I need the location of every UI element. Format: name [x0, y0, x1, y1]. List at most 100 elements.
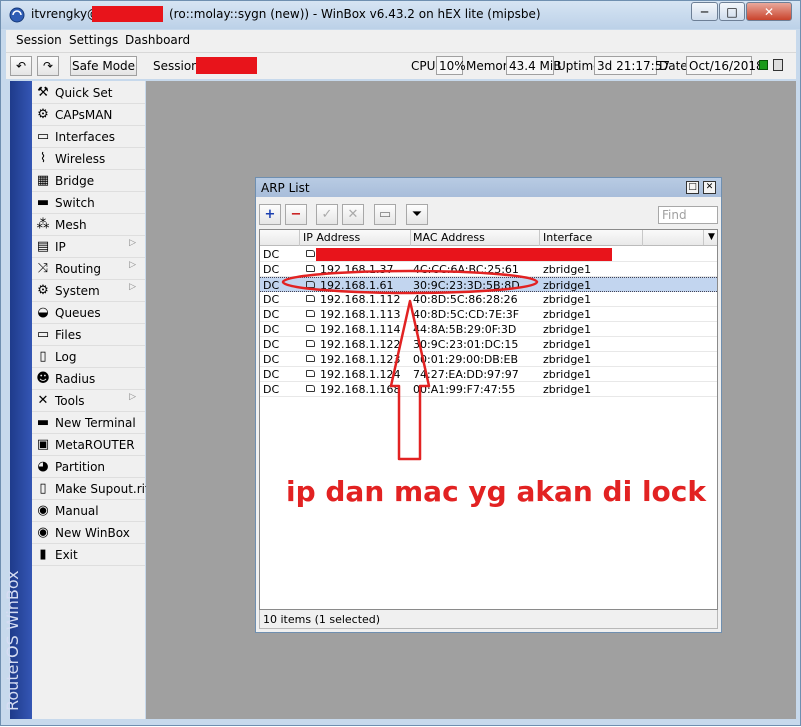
status-bar: 10 items (1 selected)	[259, 610, 718, 629]
address-icon	[306, 250, 315, 257]
column-ip-address[interactable]: IP Address	[303, 231, 360, 244]
table-row[interactable]: DC 192.168.1.113 40:8D:5C:CD:7E:3F zbrid…	[260, 307, 717, 322]
column-interface[interactable]: Interface	[543, 231, 592, 244]
row-mac: 30:9C:23:3D:5B:8D	[413, 279, 520, 292]
row-interface: zbridge1	[543, 383, 592, 396]
remove-button[interactable]: −	[285, 204, 307, 225]
arp-maximize-button[interactable]: □	[686, 181, 699, 194]
winbox-window: itvrengky@ (ro::molay::sygn (new)) - Win…	[0, 0, 801, 726]
sidebar-item-new-winbox[interactable]: ◉ New WinBox	[32, 522, 145, 544]
column-chooser-icon[interactable]: ▼	[703, 230, 717, 245]
menu-dashboard[interactable]: Dashboard	[125, 33, 190, 47]
disable-button[interactable]: ✕	[342, 204, 364, 225]
sidebar-item-mesh[interactable]: ⁂ Mesh	[32, 214, 145, 236]
cpu-value: 10%	[436, 56, 466, 75]
title-bar[interactable]: itvrengky@ (ro::molay::sygn (new)) - Win…	[1, 1, 800, 29]
brand-text: RouterOS WinBox	[3, 570, 22, 711]
partition-icon: ◕	[37, 459, 49, 474]
add-button[interactable]: +	[259, 204, 281, 225]
table-row[interactable]: DC 192.168.1.124 74:27:EA:DD:97:97 zbrid…	[260, 367, 717, 382]
sidebar-item-switch[interactable]: ▬ Switch	[32, 192, 145, 214]
session-redaction	[196, 57, 257, 74]
submenu-arrow-icon: ▷	[129, 238, 136, 248]
sidebar-item-new-terminal[interactable]: ▬ New Terminal	[32, 412, 145, 434]
minimize-button[interactable]: ─	[691, 2, 718, 21]
redo-button[interactable]: ↷	[37, 56, 59, 76]
enable-button[interactable]: ✓	[316, 204, 338, 225]
row-flag: DC	[263, 263, 280, 276]
arp-list-window: ARP List □ ✕ + − ✓ ✕ ▭ ⏷ Find IP Address…	[255, 177, 722, 633]
sidebar-item-log[interactable]: ▯ Log	[32, 346, 145, 368]
sidebar-item-wireless[interactable]: ⌇ Wireless	[32, 148, 145, 170]
menu-settings[interactable]: Settings	[69, 33, 118, 47]
address-icon	[306, 340, 315, 347]
undo-button[interactable]: ↶	[10, 56, 32, 76]
mesh-icon: ⁂	[36, 217, 50, 232]
row-redaction	[316, 248, 612, 261]
table-row[interactable]: DC 192.168.1.123 00:01:29:00:DB:EB zbrid…	[260, 352, 717, 367]
maximize-button[interactable]: □	[719, 2, 745, 21]
row-flag: DC	[263, 279, 280, 292]
sidebar-item-radius[interactable]: ☻ Radius	[32, 368, 145, 390]
sidebar-item-system[interactable]: ⚙ System ▷	[32, 280, 145, 302]
sidebar-item-label: CAPsMAN	[55, 108, 113, 122]
row-interface: zbridge1	[543, 368, 592, 381]
row-flag: DC	[263, 293, 280, 306]
sidebar-item-bridge[interactable]: ▦ Bridge	[32, 170, 145, 192]
window-title: (ro::molay::sygn (new)) - WinBox v6.43.2…	[169, 7, 541, 21]
row-flag: DC	[263, 383, 280, 396]
sidebar-item-routing[interactable]: ⤨ Routing ▷	[32, 258, 145, 280]
close-button[interactable]: ✕	[746, 2, 792, 21]
column-mac-address[interactable]: MAC Address	[413, 231, 485, 244]
table-row[interactable]: DC 192.168.1.168 00:A1:99:F7:47:55 zbrid…	[260, 382, 717, 397]
metarouter-icon: ▣	[36, 437, 50, 452]
filter-button[interactable]: ⏷	[406, 204, 428, 225]
sidebar-item-label: Files	[55, 328, 82, 342]
row-interface: zbridge1	[543, 293, 592, 306]
sidebar-item-tools[interactable]: ✕ Tools ▷	[32, 390, 145, 412]
row-ip: 192.168.1.124	[320, 368, 401, 381]
row-flag: DC	[263, 308, 280, 321]
row-ip: 192.168.1.113	[320, 308, 401, 321]
safe-mode-button[interactable]: Safe Mode	[70, 56, 137, 76]
table-row[interactable]: DC 192.168.1.114 44:8A:5B:29:0F:3D zbrid…	[260, 322, 717, 337]
table-row[interactable]: DC 192.168.1.37 4C:CC:6A:BC:25:61 zbridg…	[260, 262, 717, 277]
terminal-icon: ▬	[36, 415, 50, 430]
table-row-selected[interactable]: DC 192.168.1.61 30:9C:23:3D:5B:8D zbridg…	[260, 277, 717, 292]
sidebar-item-manual[interactable]: ◉ Manual	[32, 500, 145, 522]
sidebar-item-metarouter[interactable]: ▣ MetaROUTER	[32, 434, 145, 456]
sidebar-item-interfaces[interactable]: ▭ Interfaces	[32, 126, 145, 148]
arp-title-bar[interactable]: ARP List □ ✕	[256, 178, 721, 197]
switch-icon: ▬	[36, 195, 50, 210]
table-row[interactable]: DC	[260, 247, 717, 262]
sidebar-item-make-supout[interactable]: ▯ Make Supout.rif	[32, 478, 149, 500]
sidebar-item-files[interactable]: ▭ Files	[32, 324, 145, 346]
sidebar-item-ip[interactable]: ▤ IP ▷	[32, 236, 145, 258]
find-input[interactable]: Find	[658, 206, 718, 224]
sidebar-item-capsman[interactable]: ⚙ CAPsMAN	[32, 104, 145, 126]
table-row[interactable]: DC 192.168.1.122 30:9C:23:01:DC:15 zbrid…	[260, 337, 717, 352]
row-mac: 4C:CC:6A:BC:25:61	[413, 263, 519, 276]
row-flag: DC	[263, 368, 280, 381]
sidebar-item-label: Partition	[55, 460, 106, 474]
tools-icon: ✕	[37, 393, 49, 408]
menu-session[interactable]: Session	[16, 33, 62, 47]
annotation-text: ip dan mac yg akan di lock	[286, 475, 706, 508]
row-ip: 192.168.1.168	[320, 383, 401, 396]
winbox-app-icon	[9, 7, 25, 23]
supout-icon: ▯	[39, 481, 47, 496]
sidebar-item-exit[interactable]: ▮ Exit	[32, 544, 145, 566]
column-separator	[299, 230, 300, 246]
row-mac: 00:01:29:00:DB:EB	[413, 353, 519, 366]
capsman-icon: ⚙	[37, 107, 49, 122]
toolbar: ↶ ↷ Safe Mode Session: CPU: 10% Memory: …	[6, 52, 796, 79]
sidebar-item-queues[interactable]: ◒ Queues	[32, 302, 145, 324]
comment-button[interactable]: ▭	[374, 204, 396, 225]
table-row[interactable]: DC 192.168.1.112 40:8D:5C:86:28:26 zbrid…	[260, 292, 717, 307]
sidebar-item-label: Exit	[55, 548, 78, 562]
sidebar-item-quick-set[interactable]: ⚒ Quick Set	[32, 82, 145, 104]
row-interface: zbridge1	[543, 353, 592, 366]
address-icon	[306, 281, 315, 288]
arp-close-button[interactable]: ✕	[703, 181, 716, 194]
sidebar-item-partition[interactable]: ◕ Partition	[32, 456, 145, 478]
